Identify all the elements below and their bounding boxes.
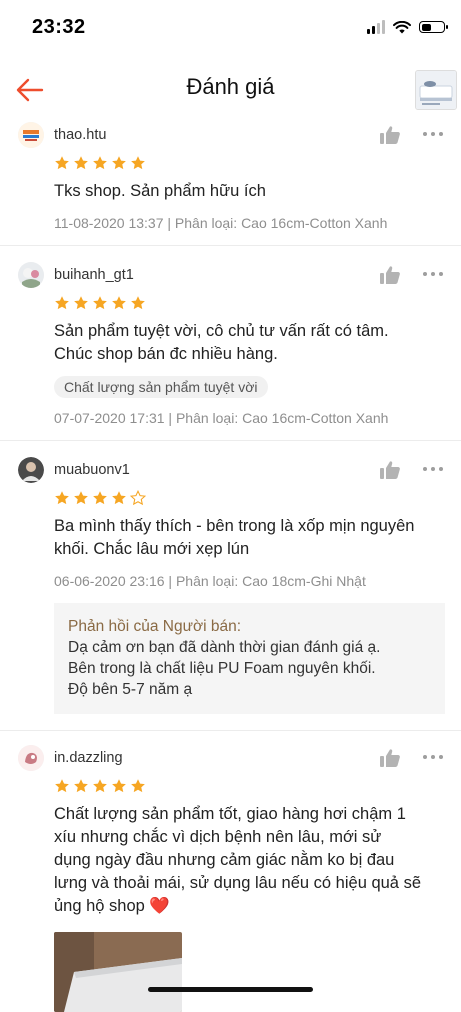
star-filled-icon <box>112 491 126 505</box>
more-options-icon[interactable] <box>423 132 445 138</box>
review-comment: Chất lượng sản phẩm tốt, giao hàng hơi c… <box>54 803 445 918</box>
star-rating <box>54 777 445 795</box>
comment-line: xíu nhưng chắc vì dịch bệnh nên lâu, mới… <box>54 828 382 846</box>
more-options-icon[interactable] <box>423 755 445 761</box>
comment-line: Chúc shop bán đc nhiều hàng. <box>54 345 278 363</box>
thumbs-up-icon[interactable] <box>379 125 401 145</box>
star-filled-icon <box>112 779 126 793</box>
star-filled-icon <box>55 296 69 310</box>
product-image <box>416 71 456 109</box>
star-filled-icon <box>55 156 69 170</box>
seller-reply-line: Bên trong là chất liệu PU Foam nguyên kh… <box>68 660 376 677</box>
comment-line: ủng hộ shop ❤️ <box>54 897 170 915</box>
review-actions <box>379 748 445 768</box>
review-header: thao.htu <box>18 118 445 152</box>
review-item: thao.htu Tks shop. Sản phẩm hữu ích 11-0… <box>0 118 461 246</box>
star-filled-icon <box>112 296 126 310</box>
comment-line: Tks shop. Sản phẩm hữu ích <box>54 182 266 200</box>
thumbs-up-icon[interactable] <box>379 265 401 285</box>
signal-icon <box>367 20 385 34</box>
seller-reply: Phản hồi của Người bán: Dạ cảm ơn bạn đã… <box>54 603 445 714</box>
review-comment: Tks shop. Sản phẩm hữu ích <box>54 180 445 203</box>
comment-line: Chất lượng sản phẩm tốt, giao hàng hơi c… <box>54 805 406 823</box>
username[interactable]: muabuonv1 <box>54 462 130 478</box>
star-filled-icon <box>55 491 69 505</box>
status-time: 23:32 <box>32 16 86 38</box>
review-meta: 06-06-2020 23:16 | Phân loại: Cao 18cm-G… <box>54 573 366 589</box>
seller-reply-line: Độ bên 5-7 năm ạ <box>68 681 193 698</box>
more-options-icon[interactable] <box>423 272 445 278</box>
star-filled-icon <box>93 156 107 170</box>
comment-line: dụng ngày đầu nhưng cảm giác nằm ko bị đ… <box>54 851 395 869</box>
thumbs-up-icon[interactable] <box>379 460 401 480</box>
star-filled-icon <box>93 296 107 310</box>
username[interactable]: in.dazzling <box>54 750 123 766</box>
review-item: in.dazzling Chất lượng sản phẩm tốt, gia… <box>0 731 461 1012</box>
star-rating <box>54 154 445 172</box>
comment-line: Sản phẩm tuyệt vời, cô chủ tư vấn rất có… <box>54 322 389 340</box>
star-filled-icon <box>131 779 145 793</box>
review-actions <box>379 460 445 480</box>
review-tag: Chất lượng sản phẩm tuyệt vời <box>54 376 268 398</box>
star-filled-icon <box>74 296 88 310</box>
comment-line: Ba mình thấy thích - bên trong là xốp mị… <box>54 517 415 535</box>
wifi-icon <box>393 20 411 33</box>
review-comment: Ba mình thấy thích - bên trong là xốp mị… <box>54 515 445 561</box>
star-rating <box>54 489 445 507</box>
star-filled-icon <box>93 491 107 505</box>
review-meta: 11-08-2020 13:37 | Phân loại: Cao 16cm-C… <box>54 215 388 231</box>
star-filled-icon <box>93 779 107 793</box>
comment-line: khối. Chắc lâu mới xẹp lún <box>54 540 250 558</box>
star-filled-icon <box>55 779 69 793</box>
star-filled-icon <box>131 156 145 170</box>
review-meta: 07-07-2020 17:31 | Phân loại: Cao 16cm-C… <box>54 410 389 426</box>
thumbs-up-icon[interactable] <box>379 748 401 768</box>
username[interactable]: buihanh_gt1 <box>54 267 134 283</box>
review-actions <box>379 265 445 285</box>
battery-icon <box>419 21 448 33</box>
avatar[interactable] <box>18 745 44 771</box>
star-rating <box>54 294 445 312</box>
page-title: Đánh giá <box>186 74 275 99</box>
review-comment: Sản phẩm tuyệt vời, cô chủ tư vấn rất có… <box>54 320 445 366</box>
comment-line: lưng và thoải mái, sử dụng lâu nếu có hi… <box>54 874 421 892</box>
star-filled-icon <box>74 491 88 505</box>
review-item: muabuonv1 Ba mình thấy thích - bên trong… <box>0 441 461 731</box>
review-photo[interactable] <box>54 932 182 1012</box>
avatar[interactable] <box>18 122 44 148</box>
review-item: buihanh_gt1 Sản phẩm tuyệt vời, cô chủ t… <box>0 246 461 441</box>
avatar[interactable] <box>18 457 44 483</box>
status-bar: 23:32 <box>0 0 461 50</box>
star-filled-icon <box>74 779 88 793</box>
star-filled-icon <box>131 296 145 310</box>
star-empty-icon <box>130 490 146 506</box>
review-list: thao.htu Tks shop. Sản phẩm hữu ích 11-0… <box>0 118 461 1012</box>
username[interactable]: thao.htu <box>54 127 106 143</box>
review-actions <box>379 125 445 145</box>
seller-reply-line: Dạ cảm ơn bạn đã dành thời gian đánh giá… <box>68 639 381 656</box>
more-options-icon[interactable] <box>423 467 445 473</box>
star-filled-icon <box>74 156 88 170</box>
star-filled-icon <box>112 156 126 170</box>
home-indicator <box>148 987 313 992</box>
avatar[interactable] <box>18 262 44 288</box>
review-header: buihanh_gt1 <box>18 258 445 292</box>
seller-reply-title: Phản hồi của Người bán: <box>68 618 242 635</box>
nav-header: Đánh giá <box>0 58 461 120</box>
product-thumbnail[interactable] <box>415 70 457 110</box>
review-header: in.dazzling <box>18 741 445 775</box>
review-header: muabuonv1 <box>18 453 445 487</box>
status-icons <box>367 20 448 34</box>
